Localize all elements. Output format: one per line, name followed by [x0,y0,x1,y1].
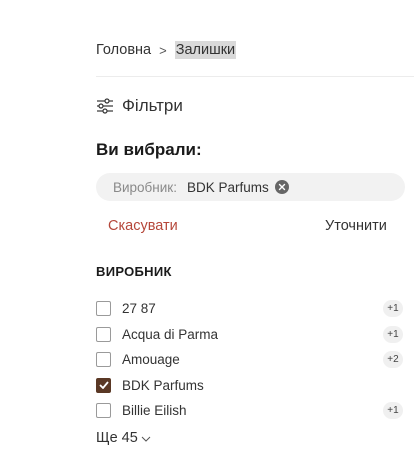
filters-title: Фільтри [122,96,183,115]
show-more-button[interactable]: Ще 45 [96,430,151,446]
checkbox[interactable] [96,403,111,419]
option-label: BDK Parfums [122,377,204,393]
filter-option[interactable]: Amouage +2 [96,347,406,373]
manufacturer-options: 27 87 +1 Acqua di Parma +1 Amouage +2 BD… [96,296,406,424]
close-circle-icon[interactable] [274,180,289,194]
cancel-button[interactable]: Скасувати [108,218,178,234]
chip-label: Виробник: [113,179,177,195]
option-count-badge: +1 [383,300,403,317]
breadcrumb: Головна > Залишки [96,41,237,59]
filter-option[interactable]: BDK Parfums [96,373,406,399]
selected-filter-chip: Виробник: BDK Parfums [96,173,405,201]
checkbox[interactable] [96,326,111,342]
option-label: 27 87 [122,301,156,317]
filter-option[interactable]: Billie Eilish +1 [96,398,406,424]
breadcrumb-separator: > [159,42,167,58]
option-label: Acqua di Parma [122,326,219,342]
chevron-down-icon [141,436,151,442]
filter-option[interactable]: Acqua di Parma +1 [96,322,406,348]
refine-button[interactable]: Уточнити [325,218,387,234]
selected-filters-title: Ви вибрали: [96,140,202,159]
checkmark-icon [98,381,109,390]
sliders-icon [97,98,113,114]
option-count-badge: +1 [383,325,403,343]
filters-header[interactable]: Фільтри [96,96,183,116]
breadcrumb-home[interactable]: Головна [96,42,151,58]
option-label: Billie Eilish [122,403,187,419]
checkbox[interactable] [96,352,111,368]
show-more-label: Ще 45 [96,430,138,446]
breadcrumb-current: Залишки [174,41,237,59]
option-count-badge: +2 [383,351,403,368]
checkbox[interactable] [96,301,111,317]
filter-option[interactable]: 27 87 +1 [96,296,406,322]
option-count-badge: +1 [383,402,403,419]
manufacturer-filter-title: ВИРОБНИК [96,264,172,279]
divider [96,76,414,77]
option-label: Amouage [122,352,180,368]
chip-value: BDK Parfums [186,179,269,195]
checkbox-checked[interactable] [96,377,111,393]
cropped-text-fragment [96,0,136,2]
